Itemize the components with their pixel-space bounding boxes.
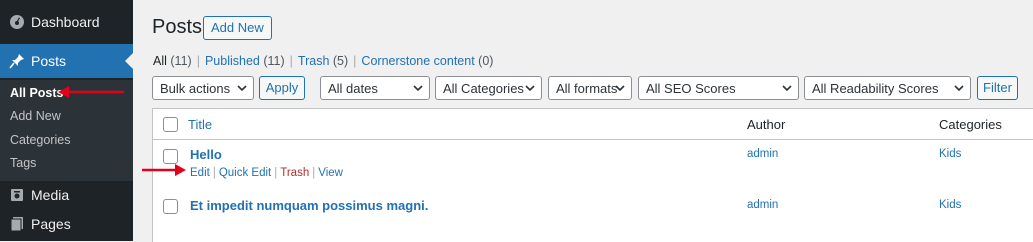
active-indicator: [125, 53, 133, 69]
table-row: Hello admin Kids Edit | Quick Edit | Trash | V…: [153, 140, 1033, 190]
dates-select[interactable]: All dates: [320, 76, 430, 100]
select-all-checkbox[interactable]: [163, 117, 178, 132]
pages-icon: [9, 216, 25, 232]
posts-table: Title Author Categories Hello admin Kids…: [152, 108, 1033, 242]
post-author[interactable]: admin: [747, 199, 778, 211]
chevron-down-icon: [954, 85, 964, 92]
view-published[interactable]: Published (11): [205, 54, 285, 68]
post-category[interactable]: Kids: [939, 148, 961, 160]
row-checkbox[interactable]: [163, 199, 178, 214]
post-author[interactable]: admin: [747, 148, 778, 160]
pushpin-icon: [9, 53, 25, 69]
formats-select[interactable]: All formats: [548, 76, 632, 100]
dashboard-icon: [9, 14, 25, 30]
column-author: Author: [747, 117, 786, 132]
column-categories: Categories: [939, 117, 1002, 132]
post-title-link[interactable]: Hello: [190, 147, 222, 162]
annotation-arrow-all-posts: [58, 86, 124, 98]
post-category[interactable]: Kids: [939, 199, 961, 211]
row-actions: Edit | Quick Edit | Trash | View: [190, 167, 343, 179]
table-row: Et impedit numquam possimus magni. admin…: [153, 191, 1033, 241]
seo-scores-select[interactable]: All SEO Scores: [638, 76, 799, 100]
row-checkbox[interactable]: [163, 149, 178, 164]
chevron-down-icon: [237, 85, 247, 92]
submenu-categories[interactable]: Categories: [10, 133, 70, 147]
admin-sidebar: Dashboard Posts All Posts Add New Catego…: [0, 0, 133, 241]
filter-button[interactable]: Filter: [977, 76, 1018, 100]
media-icon: [9, 187, 25, 203]
view-all[interactable]: All (11): [153, 54, 192, 68]
post-title-link[interactable]: Et impedit numquam possimus magni.: [190, 198, 428, 213]
menu-pages[interactable]: Pages: [0, 207, 133, 241]
add-new-button[interactable]: Add New: [203, 16, 272, 40]
post-status-views: All (11) | Published (11) | Trash (5) | Corner…: [153, 54, 494, 68]
menu-dashboard[interactable]: Dashboard: [0, 5, 133, 39]
menu-posts[interactable]: Posts: [0, 44, 133, 78]
menu-pages-label: Pages: [31, 216, 71, 232]
menu-media-label: Media: [31, 187, 70, 203]
trash-link[interactable]: Trash: [280, 167, 309, 179]
annotation-arrow-edit: [142, 164, 186, 176]
submenu-tags[interactable]: Tags: [10, 156, 36, 170]
page-title: Posts: [152, 16, 203, 38]
categories-select[interactable]: All Categories: [435, 76, 542, 100]
view-link[interactable]: View: [318, 167, 343, 179]
quick-edit-link[interactable]: Quick Edit: [219, 167, 271, 179]
menu-dashboard-label: Dashboard: [31, 14, 100, 30]
table-header: Title Author Categories: [153, 109, 1033, 140]
readability-scores-select[interactable]: All Readability Scores: [804, 76, 971, 100]
bulk-actions-select[interactable]: Bulk actions: [152, 76, 254, 100]
column-title[interactable]: Title: [188, 117, 212, 132]
view-cornerstone[interactable]: Cornerstone content (0): [361, 54, 493, 68]
chevron-down-icon: [413, 85, 423, 92]
chevron-down-icon: [615, 85, 625, 92]
chevron-down-icon: [525, 85, 535, 92]
chevron-down-icon: [782, 85, 792, 92]
view-trash[interactable]: Trash (5): [298, 54, 348, 68]
menu-posts-label: Posts: [31, 53, 67, 69]
edit-link[interactable]: Edit: [190, 167, 210, 179]
apply-button[interactable]: Apply: [259, 76, 305, 100]
submenu-add-new[interactable]: Add New: [10, 109, 61, 123]
